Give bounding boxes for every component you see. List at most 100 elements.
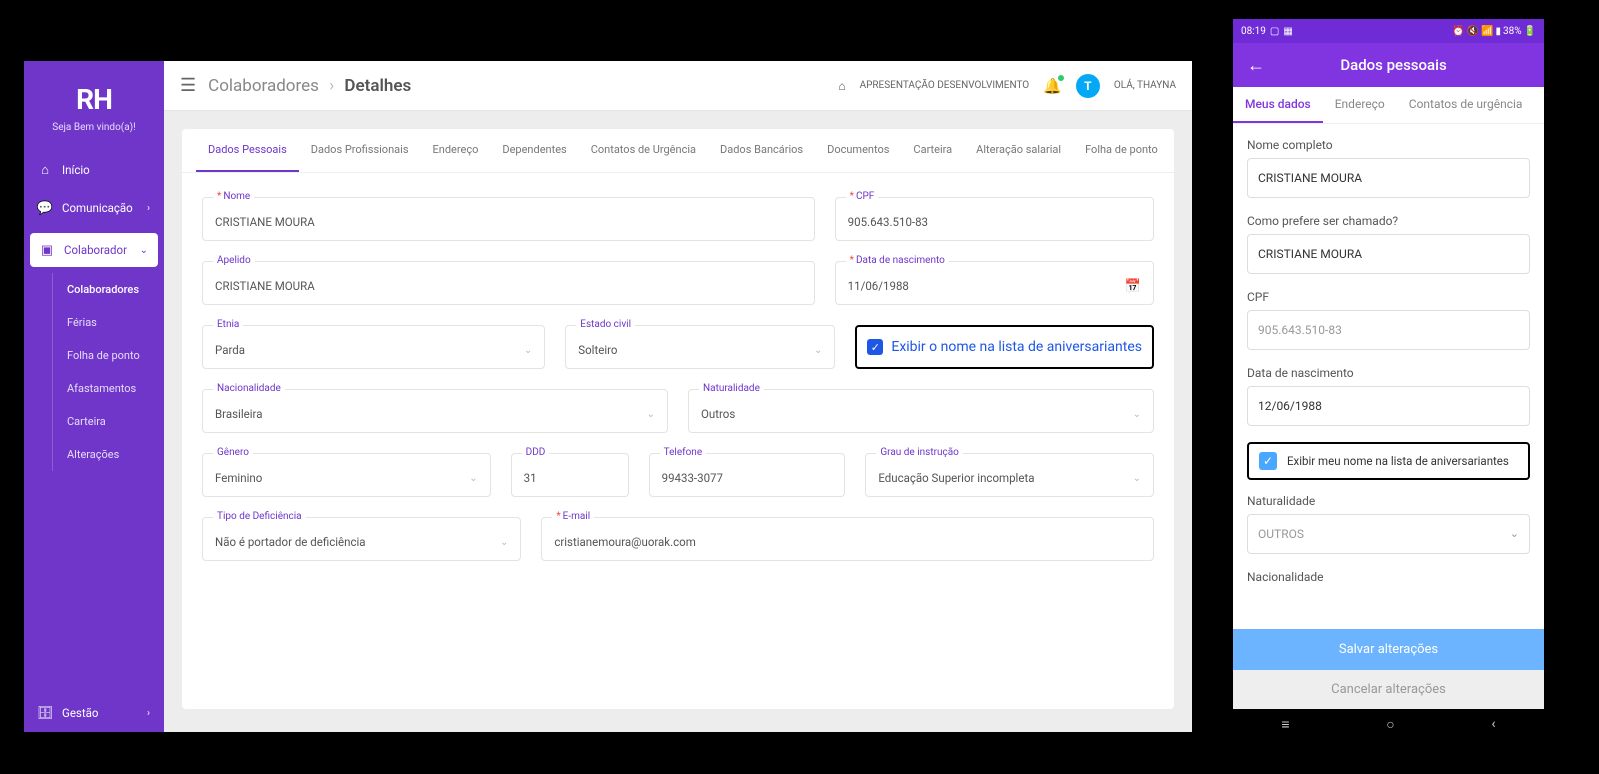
field-value: Feminino (215, 471, 469, 485)
avatar[interactable]: T (1076, 74, 1100, 98)
home-icon[interactable]: ⌂ (838, 79, 845, 93)
cancel-button[interactable]: Cancelar alterações (1233, 670, 1544, 709)
field-value: Brasileira (215, 407, 647, 421)
genero-field[interactable]: Gênero Feminino ⌄ (202, 453, 491, 497)
tab-documentos[interactable]: Documentos (815, 129, 901, 172)
email-field[interactable]: *E-mail cristianemoura@uorak.com (541, 517, 1154, 561)
subnav-alteracoes[interactable]: Alterações (53, 438, 164, 471)
subnav-carteira[interactable]: Carteira (53, 405, 164, 438)
field-label: Etnia (213, 319, 243, 330)
estado-civil-field[interactable]: Estado civil Solteiro ⌄ (565, 325, 835, 369)
bell-icon[interactable]: 🔔 (1043, 77, 1062, 95)
crumb-sep: › (329, 76, 334, 96)
tab-folha-ponto[interactable]: Folha de ponto (1073, 129, 1170, 172)
checkbox-label: Exibir meu nome na lista de aniversarian… (1287, 454, 1509, 468)
topbar-right: ⌂ APRESENTAÇÃO DESENVOLVIMENTO 🔔 T OLÁ, … (838, 74, 1176, 98)
field-label: *E-mail (552, 511, 594, 522)
chevron-down-icon: ⌄ (469, 473, 477, 484)
grau-field[interactable]: Grau de instrução Educação Superior inco… (865, 453, 1154, 497)
breadcrumb: Colaboradores › Detalhes (208, 76, 411, 96)
tab-dados-bancarios[interactable]: Dados Bancários (708, 129, 815, 172)
mobile-tabs: Meus dados Endereço Contatos de urgência (1233, 87, 1544, 124)
tabs: Dados Pessoais Dados Profissionais Ender… (182, 129, 1174, 173)
nav-colaborador[interactable]: ▣ Colaborador ⌄ (30, 233, 158, 267)
battery-text: 38% (1503, 26, 1522, 37)
deficiencia-field[interactable]: Tipo de Deficiência Não é portador de de… (202, 517, 521, 561)
crumb-parent[interactable]: Colaboradores (208, 76, 319, 96)
subnav-afastamentos[interactable]: Afastamentos (53, 372, 164, 405)
field-value: cristianemoura@uorak.com (554, 535, 1141, 549)
m-input-apelido[interactable]: CRISTIANE MOURA (1247, 234, 1530, 274)
m-aniversariantes-checkbox[interactable]: ✓ Exibir meu nome na lista de aniversari… (1247, 442, 1530, 480)
nascimento-field[interactable]: *Data de nascimento 11/06/1988 📅 (835, 261, 1154, 305)
subnav-colaboradores[interactable]: Colaboradores (53, 273, 164, 306)
cpf-field[interactable]: *CPF 905.643.510-83 (835, 197, 1154, 241)
tab-carteira[interactable]: Carteira (901, 129, 964, 172)
nav-inicio[interactable]: ⌂ Início (24, 151, 164, 189)
field-label: *Data de nascimento (846, 255, 949, 266)
field-label: Apelido (213, 255, 255, 266)
chevron-down-icon: ⌄ (814, 345, 822, 356)
field-value: 905.643.510-83 (848, 215, 1141, 229)
m-tab-meus-dados[interactable]: Meus dados (1233, 87, 1323, 123)
subnav-ferias[interactable]: Férias (53, 306, 164, 339)
ddd-field[interactable]: DDD 31 (511, 453, 629, 497)
badge-icon: ▣ (40, 243, 54, 257)
nacionalidade-field[interactable]: Nacionalidade Brasileira ⌄ (202, 389, 668, 433)
content: Dados Pessoais Dados Profissionais Ender… (164, 111, 1192, 727)
nav-comunicacao[interactable]: 💬 Comunicação › (24, 189, 164, 227)
naturalidade-field[interactable]: Naturalidade Outros ⌄ (688, 389, 1154, 433)
m-tab-endereco[interactable]: Endereço (1323, 87, 1397, 123)
m-label-nascimento: Data de nascimento (1247, 366, 1530, 380)
m-input-cpf[interactable]: 905.643.510-83 (1247, 310, 1530, 350)
presentation-text: APRESENTAÇÃO DESENVOLVIMENTO (860, 80, 1030, 91)
tab-dados-profissionais[interactable]: Dados Profissionais (299, 129, 421, 172)
nome-field[interactable]: *Nome CRISTIANE MOURA (202, 197, 815, 241)
chevron-down-icon: ⌄ (1133, 473, 1141, 484)
status-icon: ▢ (1270, 26, 1279, 37)
main: ☰ Colaboradores › Detalhes ⌂ APRESENTAÇÃ… (164, 61, 1192, 732)
m-tab-contatos[interactable]: Contatos de urgência (1397, 87, 1535, 123)
home-button-icon[interactable]: ○ (1386, 716, 1394, 733)
field-label: Grau de instrução (876, 447, 963, 458)
tab-dados-pessoais[interactable]: Dados Pessoais (196, 129, 299, 172)
nav-label: Gestão (62, 706, 137, 720)
aniversariantes-checkbox[interactable]: ✓ Exibir o nome na lista de aniversarian… (855, 325, 1154, 369)
field-label: Gênero (213, 447, 253, 458)
etnia-field[interactable]: Etnia Parda ⌄ (202, 325, 545, 369)
hamburger-icon[interactable]: ☰ (180, 75, 196, 96)
apelido-field[interactable]: Apelido CRISTIANE MOURA (202, 261, 815, 305)
tab-dependentes[interactable]: Dependentes (490, 129, 578, 172)
welcome-text: Seja Bem vindo(a)! (24, 122, 164, 151)
subnav-folha[interactable]: Folha de ponto (53, 339, 164, 372)
chevron-down-icon: ⌄ (1510, 527, 1519, 540)
field-value: Educação Superior incompleta (878, 471, 1132, 485)
m-label-apelido: Como prefere ser chamado? (1247, 214, 1530, 228)
m-input-nome[interactable]: CRISTIANE MOURA (1247, 158, 1530, 198)
telefone-field[interactable]: Telefone 99433-3077 (649, 453, 846, 497)
chevron-right-icon: › (147, 203, 150, 214)
tab-endereco[interactable]: Endereço (421, 129, 491, 172)
tab-contatos-urgencia[interactable]: Contatos de Urgência (579, 129, 708, 172)
save-button[interactable]: Salvar alterações (1233, 629, 1544, 670)
checkbox-icon: ✓ (1259, 452, 1277, 470)
recent-apps-icon[interactable]: ≡ (1281, 716, 1289, 733)
back-button-icon[interactable]: ‹ (1491, 716, 1495, 732)
chevron-down-icon: ⌄ (1133, 409, 1141, 420)
form: *Nome CRISTIANE MOURA *CPF 905.643.510-8… (182, 173, 1174, 585)
logo: RH (24, 61, 164, 122)
calendar-icon[interactable]: 📅 (1125, 279, 1141, 294)
m-label-naturalidade: Naturalidade (1247, 494, 1530, 508)
chevron-down-icon: ⌄ (524, 345, 532, 356)
m-input-naturalidade[interactable]: OUTROS ⌄ (1247, 514, 1530, 554)
mobile-body: Nome completo CRISTIANE MOURA Como prefe… (1233, 124, 1544, 629)
field-label: Telefone (660, 447, 707, 458)
nav-gestao[interactable]: 🗄 Gestão › (24, 694, 164, 732)
tab-alteracao-salarial[interactable]: Alteração salarial (964, 129, 1073, 172)
home-icon: ⌂ (38, 163, 52, 177)
crumb-current: Detalhes (344, 76, 411, 96)
topbar: ☰ Colaboradores › Detalhes ⌂ APRESENTAÇÃ… (164, 61, 1192, 111)
logo-text: RH (24, 83, 164, 116)
m-input-nascimento[interactable]: 12/06/1988 (1247, 386, 1530, 426)
signal-icon: ▮ (1495, 26, 1501, 37)
